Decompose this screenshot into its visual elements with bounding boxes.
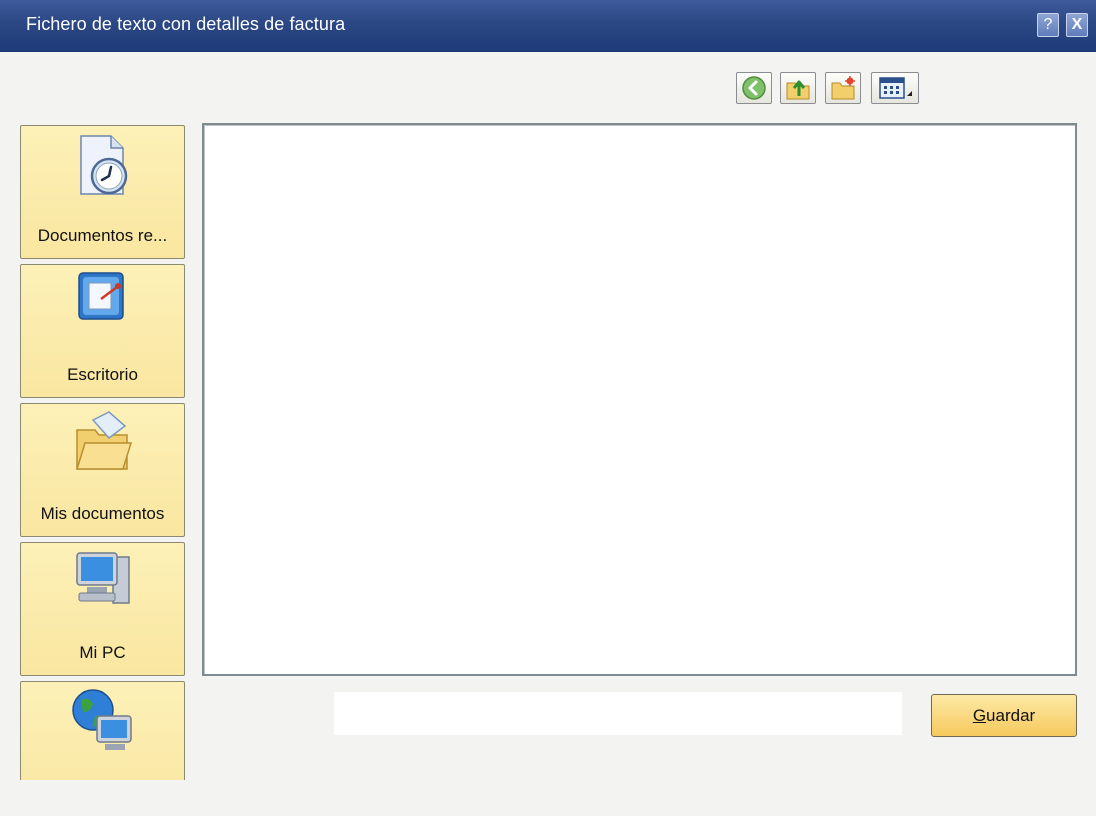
window-title: Fichero de texto con detalles de factura xyxy=(26,14,346,34)
desktop-icon xyxy=(78,272,124,320)
help-icon: ? xyxy=(1043,16,1053,33)
save-label: uardar xyxy=(986,705,1036,725)
back-arrow-icon xyxy=(742,76,766,100)
back-button[interactable] xyxy=(736,72,772,104)
new-folder-button[interactable] xyxy=(825,72,861,104)
network-places-icon xyxy=(72,689,132,750)
title-bar[interactable]: Fichero de texto con detalles de factura… xyxy=(0,0,1096,52)
place-label: Mi PC xyxy=(79,643,126,662)
folder-up-icon xyxy=(786,80,810,100)
my-documents-icon xyxy=(75,411,133,470)
help-button[interactable]: ? xyxy=(1037,13,1059,37)
place-desktop[interactable]: Escritorio xyxy=(20,264,185,398)
save-button[interactable]: Guardar xyxy=(931,694,1077,737)
file-name-input[interactable] xyxy=(334,692,902,735)
view-menu-button[interactable] xyxy=(871,72,919,104)
close-button[interactable]: X xyxy=(1066,13,1088,37)
place-label: Escritorio xyxy=(67,365,138,384)
place-my-documents[interactable]: Mis documentos xyxy=(20,403,185,537)
place-recent-documents[interactable]: Documentos re... xyxy=(20,125,185,259)
place-my-computer[interactable]: Mi PC xyxy=(20,542,185,676)
new-folder-icon xyxy=(831,76,855,100)
place-label: Mis documentos xyxy=(40,504,165,523)
up-folder-button[interactable] xyxy=(780,72,816,104)
close-icon: X xyxy=(1071,16,1083,33)
save-accesskey: G xyxy=(972,705,987,725)
place-network[interactable] xyxy=(20,681,185,780)
places-bar: Documentos re... Escritorio Mis document… xyxy=(20,125,186,780)
recent-documents-icon xyxy=(80,135,128,195)
view-menu-icon xyxy=(879,77,912,99)
my-computer-icon xyxy=(76,552,130,604)
file-list[interactable] xyxy=(202,123,1077,676)
place-label: Documentos re... xyxy=(37,226,168,245)
